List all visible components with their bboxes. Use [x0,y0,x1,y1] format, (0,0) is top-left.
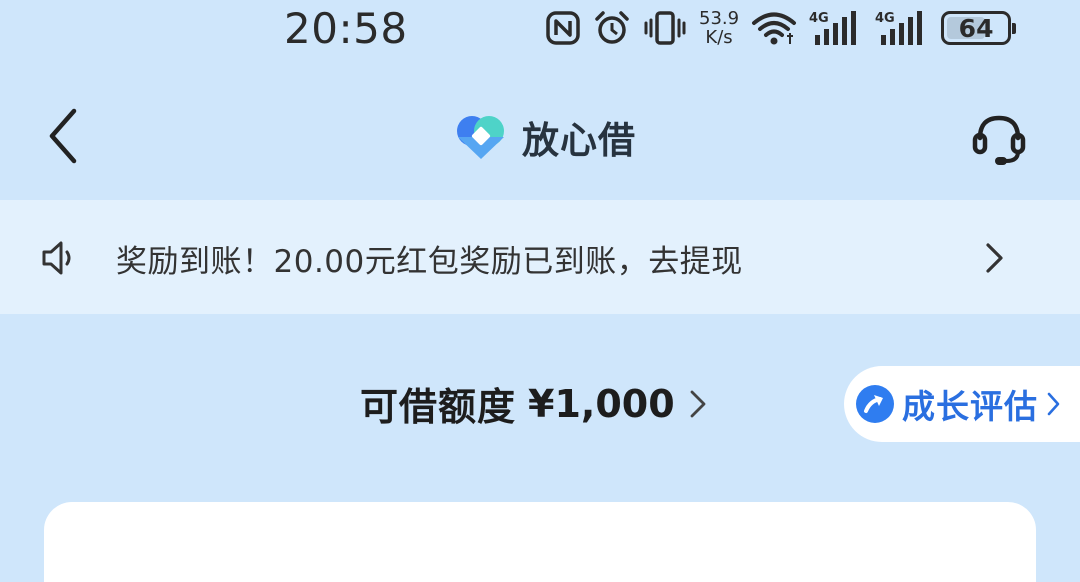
battery-icon: 64 [941,11,1017,45]
brand-logo-icon [457,116,504,159]
network-speed-unit: K/s [705,27,733,48]
svg-text:4G: 4G [809,11,829,26]
customer-service-button[interactable] [966,106,1032,172]
cellular-signal-icon: 4G [809,9,863,47]
chevron-left-icon [49,108,77,164]
growth-assessment-label: 成长评估 [902,387,1038,426]
alarm-icon [593,10,631,46]
status-time: 20:58 [284,4,408,53]
battery-level: 64 [958,13,994,43]
brand: 放心借 [452,110,636,164]
notice-bar[interactable]: 奖励到账！20.00元红包奖励已到账，去提现 [0,200,1080,314]
speaker-icon [42,241,71,275]
chevron-right-icon [690,390,706,417]
svg-text:4G: 4G [875,11,895,26]
credit-limit-amount: ¥1,000 [528,381,675,426]
growth-assessment-button[interactable]: 成长评估 [844,366,1080,442]
vibrate-icon [643,10,687,46]
back-button[interactable] [38,104,86,168]
headset-icon [972,115,1026,165]
network-speed: 53.9 K/s [699,9,739,47]
arrow-up-circle-icon [856,385,894,423]
main-card [44,502,1036,582]
nav-bar: 放心借 [0,80,1080,192]
status-bar: 20:58 53.9 K/s 4G 4G 64 [0,0,1080,56]
notice-text: 奖励到账！20.00元红包奖励已到账，去提现 [116,244,743,280]
credit-limit-label: 可借额度 [360,385,517,429]
app-title: 放心借 [522,119,636,162]
nfc-icon [545,10,581,46]
chevron-right-icon [1047,392,1060,416]
cellular-signal-icon: 4G [875,9,929,47]
status-icons: 53.9 K/s 4G 4G 64 [545,6,1017,50]
wifi-icon [751,10,797,46]
chevron-right-icon [986,243,1003,273]
network-speed-value: 53.9 [699,8,740,29]
credit-limit[interactable]: 可借额度 ¥1,000 [360,376,709,431]
